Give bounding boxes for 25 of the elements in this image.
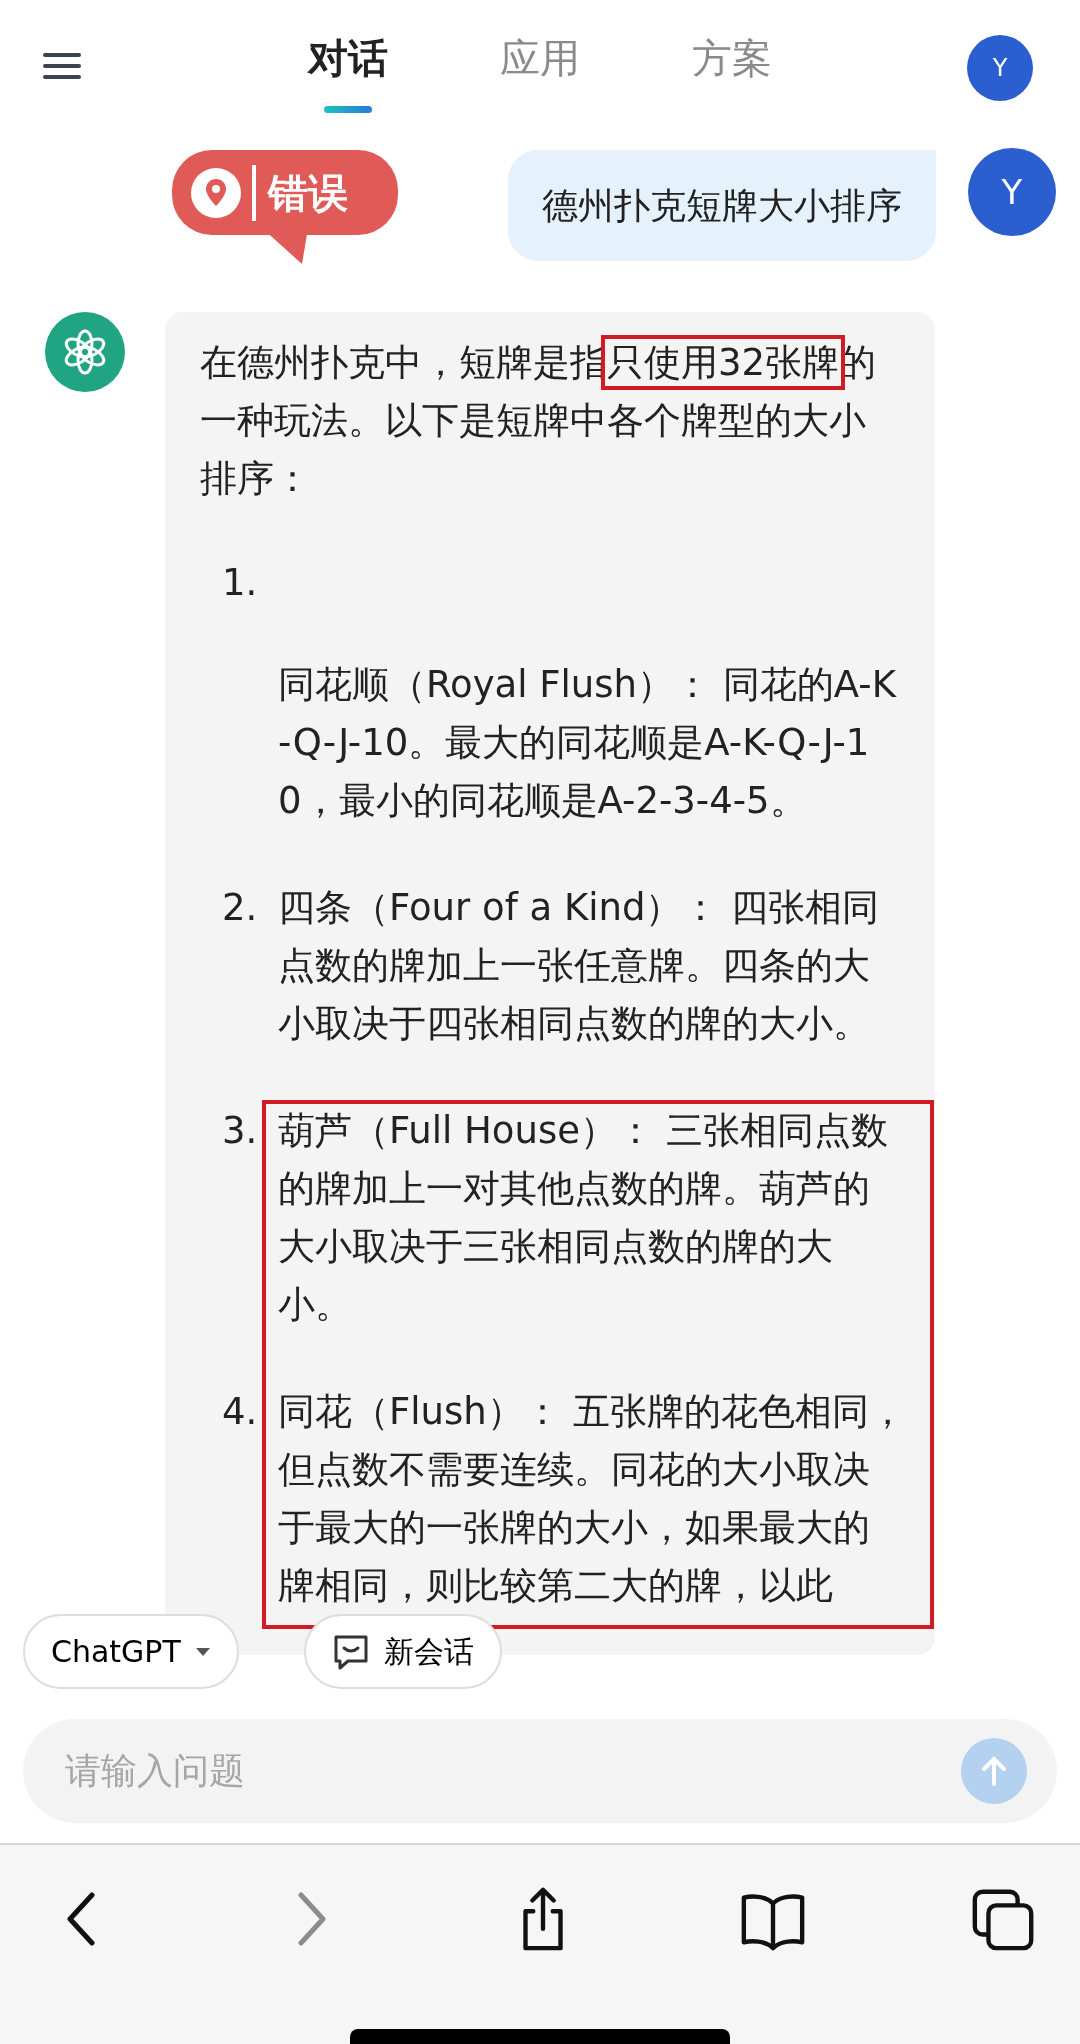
- back-icon: [67, 1892, 95, 1946]
- list-number: 4.: [222, 1389, 259, 1435]
- location-pin-icon: [190, 166, 242, 219]
- caret-icon: [194, 1646, 211, 1657]
- user-avatar[interactable]: Y: [967, 35, 1033, 101]
- user-avatar: Y: [968, 148, 1056, 236]
- stamp-label: 错误: [252, 164, 348, 221]
- menu-button[interactable]: [43, 52, 81, 80]
- tab-indicator: [324, 106, 372, 113]
- forward-icon: [297, 1892, 326, 1946]
- input-field[interactable]: 请输入问题: [63, 1743, 961, 1799]
- user-message: 德州扑克短牌大小排序: [508, 150, 936, 261]
- model-selector[interactable]: ChatGPT: [23, 1614, 239, 1689]
- menu-icon: [43, 52, 81, 80]
- list-item-text: 同花顺（Royal Flush）： 同花的A-K-Q-J-10。最大的同花顺是A-K-Q-J-10，最小的同花顺是A-2-3-4-5。: [278, 662, 898, 824]
- input-box[interactable]: 请输入问题: [23, 1719, 1057, 1823]
- list-item-text: 同花（Flush）： 五张牌的花色相同，但点数不需要连续。同花的大小取决于最大的一张牌的大小，如果最大的牌相同，则比较第二大的牌，以此: [278, 1389, 906, 1609]
- list-number: 1.: [222, 560, 259, 606]
- list-item-text: 四条（Four of a Kind）： 四张相同点数的牌加上一张任意牌。四条的大小取决于四张相同点数的牌的大小。: [278, 885, 881, 1047]
- tab[interactable]: 对话: [308, 28, 388, 88]
- list-number: 2.: [222, 885, 259, 931]
- arrow-up-icon: [979, 1755, 1009, 1787]
- list-item-text: 葫芦（Full House）： 三张相同点数的牌加上一对其他点数的牌。葫芦的大小取决于三张相同点数的牌的大小。: [278, 1108, 889, 1328]
- new-chat-button[interactable]: 新会话: [304, 1614, 502, 1689]
- list-number: 3.: [222, 1108, 259, 1154]
